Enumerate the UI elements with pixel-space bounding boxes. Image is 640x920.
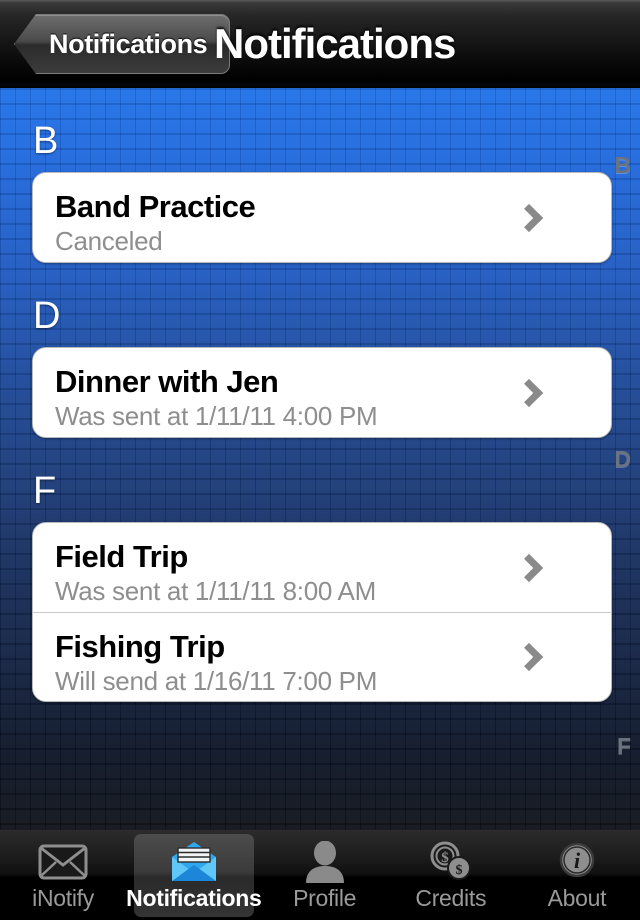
list-section-b: B Band Practice Canceled: [0, 88, 640, 263]
tab-inotify[interactable]: iNotify: [0, 831, 126, 920]
tab-profile[interactable]: Profile: [262, 831, 388, 920]
tab-about[interactable]: i About: [514, 831, 640, 920]
index-letter-b[interactable]: B: [614, 152, 631, 179]
envelope-open-icon: [168, 840, 220, 884]
tab-label: Profile: [293, 885, 357, 911]
envelope-closed-icon: [37, 840, 89, 884]
list-item[interactable]: Field Trip Was sent at 1/11/11 8:00 AM: [33, 523, 611, 612]
dollar-coins-icon: $ $: [425, 840, 477, 884]
tab-label: iNotify: [32, 885, 94, 911]
app-screen: Notifications Notifications B Band Pract…: [0, 0, 640, 920]
section-header: B: [33, 119, 59, 162]
list-item[interactable]: Dinner with Jen Was sent at 1/11/11 4:00…: [33, 348, 611, 437]
svg-text:$: $: [455, 863, 462, 878]
tab-label: Credits: [415, 885, 487, 911]
list-section-f: F Field Trip Was sent at 1/11/11 8:00 AM…: [0, 438, 640, 702]
list-item[interactable]: Band Practice Canceled: [33, 173, 611, 262]
section-index-bar[interactable]: B D F: [600, 88, 640, 830]
cell-group: Dinner with Jen Was sent at 1/11/11 4:00…: [32, 347, 612, 438]
index-letter-f[interactable]: F: [617, 733, 631, 760]
notifications-list[interactable]: B Band Practice Canceled D Dinner with J…: [0, 88, 640, 830]
tab-credits[interactable]: $ $ Credits: [388, 831, 514, 920]
info-circle-icon: i: [551, 840, 603, 884]
back-button[interactable]: Notifications: [14, 14, 231, 74]
section-header: F: [33, 469, 57, 512]
tab-label: Notifications: [126, 885, 262, 911]
back-button-label: Notifications: [49, 28, 208, 59]
cell-group: Field Trip Was sent at 1/11/11 8:00 AM F…: [32, 522, 612, 702]
tab-label: About: [547, 885, 607, 911]
tab-bar: iNotify Notifications Profile $ $ Credit…: [0, 830, 640, 920]
svg-text:i: i: [574, 848, 581, 873]
navigation-bar: Notifications Notifications: [0, 0, 640, 88]
cell-group: Band Practice Canceled: [32, 172, 612, 263]
tab-notifications[interactable]: Notifications: [126, 831, 262, 920]
person-icon: [299, 840, 351, 884]
section-header: D: [33, 294, 61, 337]
list-section-d: D Dinner with Jen Was sent at 1/11/11 4:…: [0, 263, 640, 438]
index-letter-d[interactable]: D: [614, 446, 631, 473]
list-item[interactable]: Fishing Trip Will send at 1/16/11 7:00 P…: [33, 612, 611, 701]
